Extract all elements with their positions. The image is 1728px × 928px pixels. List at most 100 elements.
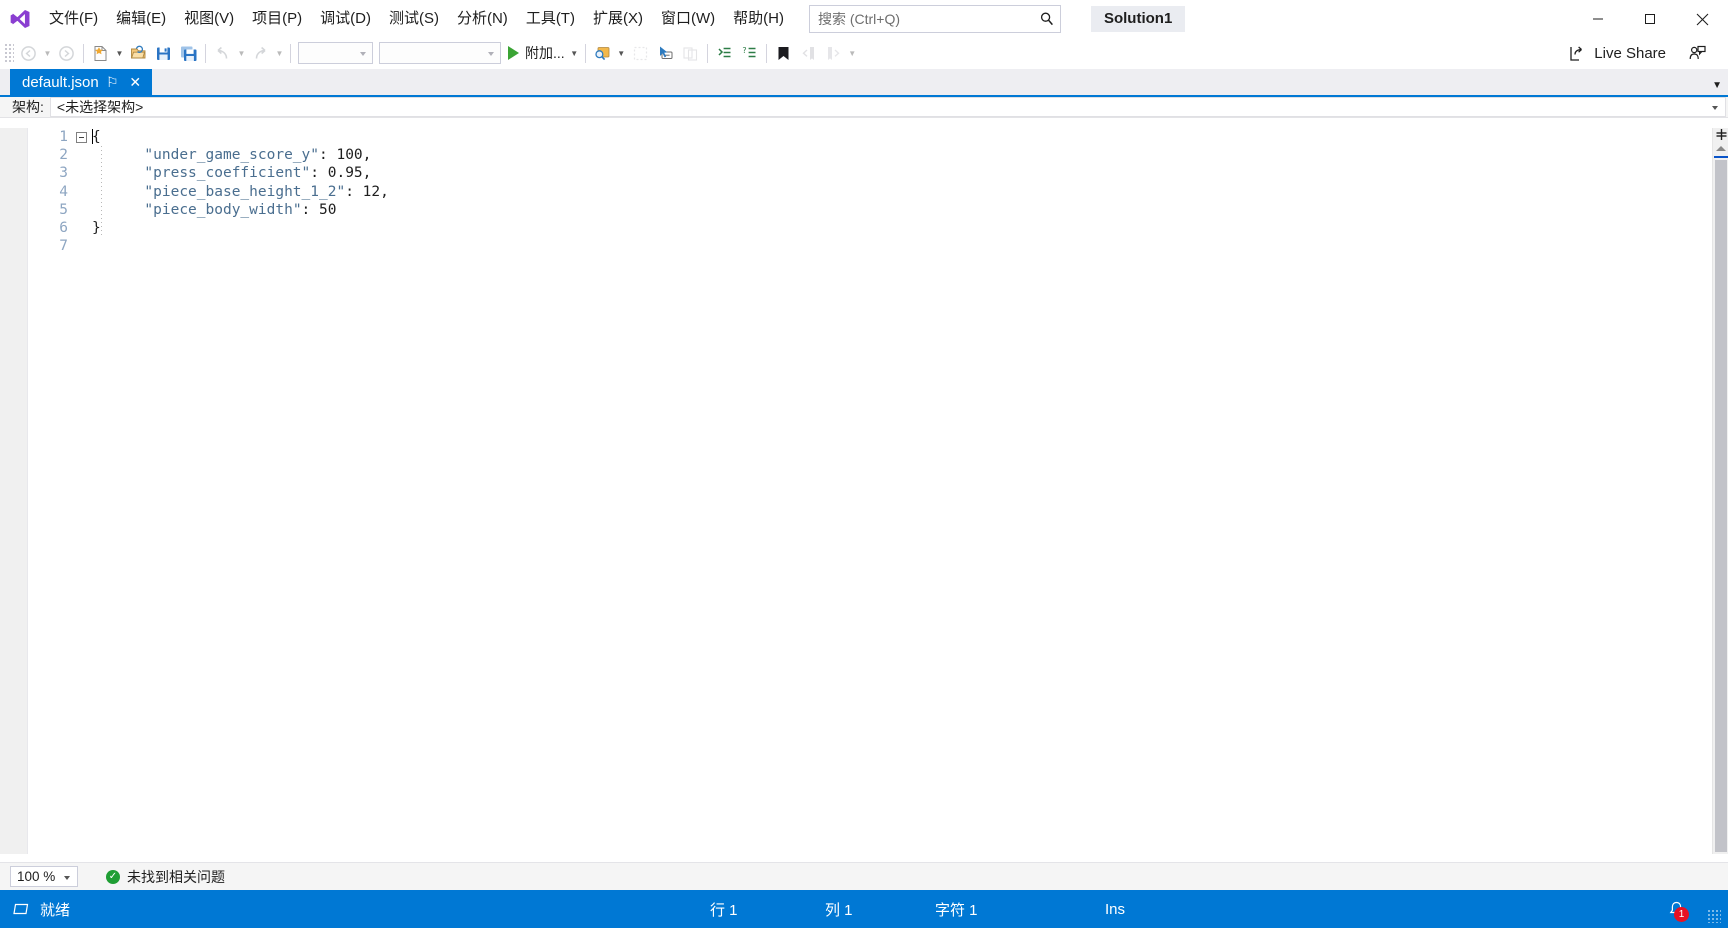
- fold-column: [70, 219, 92, 237]
- line-number: 7: [59, 238, 68, 255]
- code-line-text: }: [92, 220, 1712, 236]
- select-element-icon[interactable]: [653, 41, 678, 66]
- menu-edit[interactable]: 编辑(E): [107, 0, 175, 38]
- new-project-icon[interactable]: [88, 41, 113, 66]
- previous-bookmark-icon[interactable]: [796, 41, 821, 66]
- line-number: 4: [59, 183, 68, 200]
- close-tab-icon[interactable]: ✕: [126, 73, 145, 92]
- json-value: 50: [319, 201, 337, 218]
- notification-count-badge: 1: [1674, 907, 1689, 922]
- live-share-label: Live Share: [1594, 45, 1666, 62]
- notifications-button[interactable]: 1: [1662, 895, 1690, 923]
- split-editor-icon[interactable]: [1713, 128, 1728, 143]
- code-text-area[interactable]: 1 { 2 "under_game_score_y": 100, 3 "pres…: [28, 128, 1712, 854]
- scrollbar-thumb[interactable]: [1715, 160, 1727, 852]
- menu-help[interactable]: 帮助(H): [724, 0, 793, 38]
- menu-project[interactable]: 项目(P): [243, 0, 311, 38]
- tab-default-json[interactable]: default.json ⚐ ✕: [10, 69, 152, 95]
- find-dropdown-icon[interactable]: ▼: [615, 41, 628, 66]
- live-share-button[interactable]: Live Share: [1568, 38, 1666, 69]
- toggle-bookmark-icon[interactable]: [771, 41, 796, 66]
- line-number: 1: [59, 129, 68, 146]
- menu-file[interactable]: 文件(F): [40, 0, 107, 38]
- undo-icon[interactable]: [210, 41, 235, 66]
- fold-column: [70, 183, 92, 201]
- json-comma: ,: [362, 147, 372, 164]
- line-number: 5: [59, 201, 68, 218]
- menu-analyze[interactable]: 分析(N): [448, 0, 517, 38]
- save-icon[interactable]: [151, 41, 176, 66]
- scroll-up-arrow-icon[interactable]: [1716, 146, 1726, 151]
- new-project-dropdown-icon[interactable]: ▼: [113, 41, 126, 66]
- find-in-files-icon[interactable]: [590, 41, 615, 66]
- schema-value: <未选择架构>: [56, 99, 144, 115]
- copy-element-icon[interactable]: [678, 41, 703, 66]
- window-controls: [1572, 0, 1728, 38]
- status-line: 行 1: [710, 901, 738, 919]
- play-icon: [508, 46, 519, 60]
- code-line: 2 "under_game_score_y": 100,: [28, 146, 1712, 164]
- schema-select[interactable]: <未选择架构>: [49, 97, 1726, 117]
- navigate-backward-icon[interactable]: [16, 41, 41, 66]
- step-over-specific-icon[interactable]: ?: [737, 41, 762, 66]
- send-feedback-icon[interactable]: [1684, 41, 1710, 66]
- tab-overflow-chevron-down-icon[interactable]: ▼: [1712, 80, 1722, 91]
- menu-window[interactable]: 窗口(W): [652, 0, 724, 38]
- step-into-specific-icon[interactable]: [712, 41, 737, 66]
- minimize-button[interactable]: [1572, 0, 1624, 38]
- navigate-backward-dropdown-icon[interactable]: ▼: [41, 41, 54, 66]
- maximize-button[interactable]: [1624, 0, 1676, 38]
- menu-tools[interactable]: 工具(T): [517, 0, 584, 38]
- line-number: 3: [59, 165, 68, 182]
- json-key-text: piece_body_width: [153, 201, 293, 218]
- resize-grip[interactable]: [1707, 909, 1721, 923]
- fold-toggle[interactable]: [70, 128, 92, 146]
- json-comma: ,: [362, 165, 372, 182]
- toolbar-overflow-icon[interactable]: ▼: [846, 41, 859, 66]
- code-line-text: "press_coefficient": 0.95,: [144, 165, 372, 182]
- fold-column: [70, 146, 92, 164]
- code-line-text: {: [92, 129, 1712, 145]
- attach-label: 附加...: [525, 45, 565, 61]
- status-ready-text: 就绪: [40, 901, 71, 919]
- toolbar-separator: [290, 43, 291, 63]
- document-tab-strip: default.json ⚐ ✕ ▼: [0, 69, 1728, 97]
- fold-column: [70, 237, 92, 255]
- attach-dropdown-icon[interactable]: ▼: [568, 41, 581, 66]
- code-line-text: "under_game_score_y": 100,: [144, 147, 372, 164]
- menu-extensions[interactable]: 扩展(X): [584, 0, 652, 38]
- json-key: "press_coefficient": [144, 165, 311, 182]
- redo-dropdown-icon[interactable]: ▼: [273, 41, 286, 66]
- solution-configuration-combo[interactable]: [298, 42, 373, 64]
- standard-toolbar: ▼ ▼ ▼ ▼ 附加... ▼ ▼ ? ▼ Live Share: [0, 38, 1728, 69]
- attach-debugger-button[interactable]: 附加...: [504, 41, 568, 66]
- redo-icon[interactable]: [248, 41, 273, 66]
- code-line: 1 {: [28, 128, 1712, 146]
- zoom-level-select[interactable]: 100 %: [10, 866, 78, 887]
- next-bookmark-icon[interactable]: [821, 41, 846, 66]
- json-value: 12: [362, 183, 381, 200]
- editor-vertical-scrollbar[interactable]: [1712, 128, 1728, 854]
- menu-view[interactable]: 视图(V): [175, 0, 243, 38]
- search-input[interactable]: 搜索 (Ctrl+Q): [808, 4, 1061, 33]
- code-line-text: "piece_body_width": 50: [144, 201, 337, 218]
- json-schema-bar: 架构: <未选择架构>: [0, 97, 1728, 118]
- editor-bottom-bar: 100 % ✓ 未找到相关问题: [0, 862, 1728, 890]
- issue-status[interactable]: ✓ 未找到相关问题: [106, 867, 225, 887]
- toolbar-grip-handle[interactable]: [4, 43, 14, 63]
- close-button[interactable]: [1676, 0, 1728, 38]
- navigate-forward-icon[interactable]: [54, 41, 79, 66]
- undo-dropdown-icon[interactable]: ▼: [235, 41, 248, 66]
- solution-name-chip[interactable]: Solution1: [1090, 5, 1186, 32]
- open-project-icon[interactable]: [126, 41, 151, 66]
- save-all-icon[interactable]: [176, 41, 201, 66]
- solution-platform-combo[interactable]: [379, 42, 501, 64]
- menu-test[interactable]: 测试(S): [380, 0, 448, 38]
- toolbar-separator: [205, 43, 206, 63]
- code-line: 6 }: [28, 219, 1712, 237]
- menu-debug[interactable]: 调试(D): [311, 0, 380, 38]
- json-key: "piece_base_height_1_2": [144, 183, 346, 200]
- toolbar-dotted-placeholder-icon[interactable]: [628, 41, 653, 66]
- pin-tab-icon[interactable]: ⚐: [103, 73, 122, 92]
- zoom-level-value: 100 %: [17, 869, 56, 884]
